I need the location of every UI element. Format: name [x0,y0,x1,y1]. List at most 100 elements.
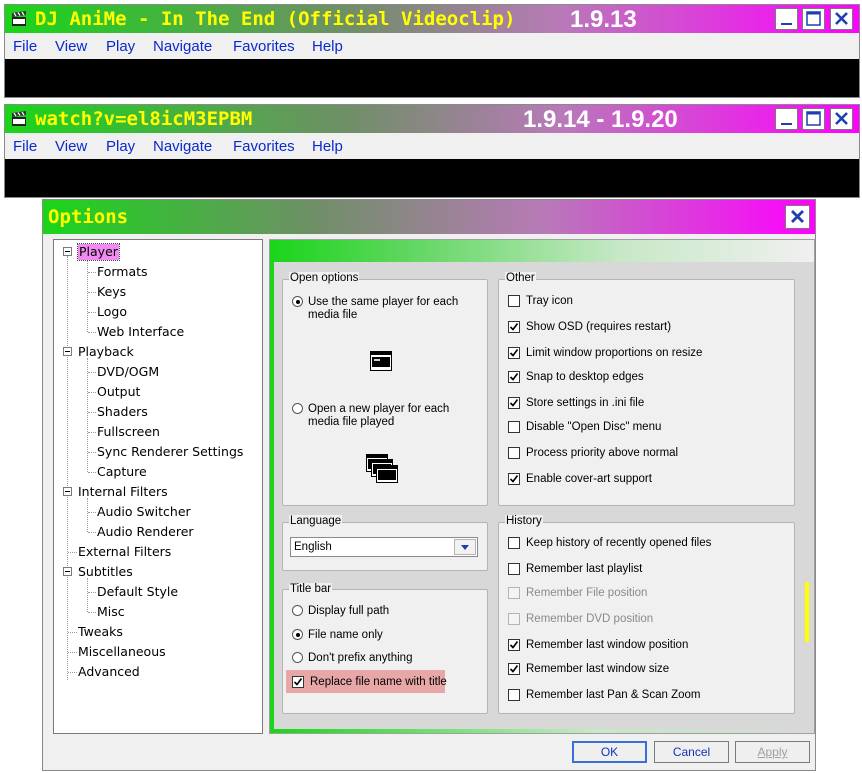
checkbox-replace-file-name[interactable] [292,676,304,688]
close-button[interactable] [830,8,853,30]
title-bar[interactable]: DJ AniMe - In The End (Official Videocli… [5,5,859,33]
tree-connector [88,432,96,433]
tree-branch-line [87,498,88,532]
tree-item-sync-renderer[interactable]: Sync Renderer Settings [97,444,243,460]
apply-label: Apply [757,745,788,759]
tree-item-formats[interactable]: Formats [97,264,148,280]
checkbox-remember-pan-scan[interactable] [508,689,520,701]
tree-item-shaders[interactable]: Shaders [97,404,148,420]
options-tree[interactable]: Player Formats Keys Logo Web Interface P… [53,239,263,734]
checkbox-label: Snap to desktop edges [526,371,644,383]
checkbox-label: Limit window proportions on resize [526,347,703,359]
cancel-button[interactable]: Cancel [654,741,729,763]
radio-new-player[interactable] [292,403,303,414]
menu-file[interactable]: File [13,138,37,155]
tree-item-misc[interactable]: Misc [97,604,125,620]
tree-item-miscellaneous[interactable]: Miscellaneous [78,644,166,660]
radio-file-name-only[interactable] [292,629,303,640]
checkbox-remember-window-size[interactable] [508,663,520,675]
checkbox-store-ini[interactable] [508,397,520,409]
menu-favorites[interactable]: Favorites [233,138,295,155]
menu-help[interactable]: Help [312,38,343,55]
checkbox-label: Remember last Pan & Scan Zoom [526,689,701,701]
checkbox-priority[interactable] [508,447,520,459]
version-label: 1.9.14 - 1.9.20 [523,106,678,133]
tree-item-internal-filters[interactable]: Internal Filters [78,484,168,500]
tree-item-logo[interactable]: Logo [97,304,127,320]
checkbox-keep-history[interactable] [508,537,520,549]
maximize-icon [806,11,821,26]
title-bar[interactable]: watch?v=el8icM3EPBM 1.9.14 - 1.9.20 [5,105,859,133]
page-border-accent [270,240,274,733]
tree-collapse-toggle[interactable] [63,567,72,576]
minimize-button[interactable] [775,8,798,30]
check-icon [509,475,519,483]
tree-connector [88,332,96,333]
tree-collapse-toggle[interactable] [63,487,72,496]
tree-item-audio-renderer[interactable]: Audio Renderer [97,524,194,540]
dialog-title: Options [48,206,129,228]
check-icon [509,641,519,649]
checkbox-show-osd[interactable] [508,321,520,333]
tree-item-audio-switcher[interactable]: Audio Switcher [97,504,191,520]
tree-item-subtitles[interactable]: Subtitles [78,564,133,580]
tree-item-external-filters[interactable]: External Filters [78,544,171,560]
menu-view[interactable]: View [55,38,87,55]
tree-collapse-toggle[interactable] [63,247,72,256]
checkbox-disable-open-disc[interactable] [508,421,520,433]
checkbox-limit-proportions[interactable] [508,347,520,359]
minimize-button[interactable] [775,108,798,130]
radio-no-prefix[interactable] [292,652,303,663]
video-area[interactable] [5,159,859,197]
player-window-1: DJ AniMe - In The End (Official Videocli… [4,4,860,98]
checkbox-label: Enable cover-art support [526,473,652,485]
menu-favorites[interactable]: Favorites [233,38,295,55]
close-button[interactable] [830,108,853,130]
language-select[interactable]: English [290,537,478,557]
checkbox-label: Keep history of recently opened files [526,537,712,549]
dialog-title-bar[interactable]: Options [43,200,815,234]
tree-connector [88,592,96,593]
page-border-accent [270,729,814,733]
tree-connector [68,552,77,553]
tree-connector [88,272,96,273]
tree-item-advanced[interactable]: Advanced [78,664,140,680]
radio-full-path[interactable] [292,605,303,616]
tree-item-player[interactable]: Player [77,243,120,261]
tree-item-tweaks[interactable]: Tweaks [78,624,123,640]
checkbox-remember-window-position[interactable] [508,639,520,651]
tree-item-default-style[interactable]: Default Style [97,584,178,600]
tree-root-line [67,256,68,680]
language-value: English [294,541,332,553]
menu-help[interactable]: Help [312,138,343,155]
menu-view[interactable]: View [55,138,87,155]
maximize-button[interactable] [802,108,825,130]
checkbox-tray-icon[interactable] [508,295,520,307]
video-area[interactable] [5,59,859,97]
tree-item-output[interactable]: Output [97,384,140,400]
menu-play[interactable]: Play [106,138,135,155]
ok-button[interactable]: OK [572,741,647,763]
radio-same-player[interactable] [292,296,303,307]
checkbox-remember-playlist[interactable] [508,563,520,575]
check-icon [509,349,519,357]
tree-item-keys[interactable]: Keys [97,284,126,300]
apply-button[interactable]: Apply [735,741,810,763]
tree-item-fullscreen[interactable]: Fullscreen [97,424,160,440]
dialog-close-button[interactable] [785,205,810,229]
chevron-down-icon[interactable] [454,539,476,555]
menu-file[interactable]: File [13,38,37,55]
checkbox-snap-edges[interactable] [508,371,520,383]
tree-item-dvd-ogm[interactable]: DVD/OGM [97,364,159,380]
menu-navigate[interactable]: Navigate [153,138,212,155]
tree-item-playback[interactable]: Playback [78,344,134,360]
check-icon [509,373,519,381]
tree-collapse-toggle[interactable] [63,347,72,356]
menu-navigate[interactable]: Navigate [153,38,212,55]
maximize-button[interactable] [802,8,825,30]
tree-item-web-interface[interactable]: Web Interface [97,324,184,340]
checkbox-cover-art[interactable] [508,473,520,485]
tree-connector [88,512,96,513]
tree-item-capture[interactable]: Capture [97,464,147,480]
menu-play[interactable]: Play [106,38,135,55]
